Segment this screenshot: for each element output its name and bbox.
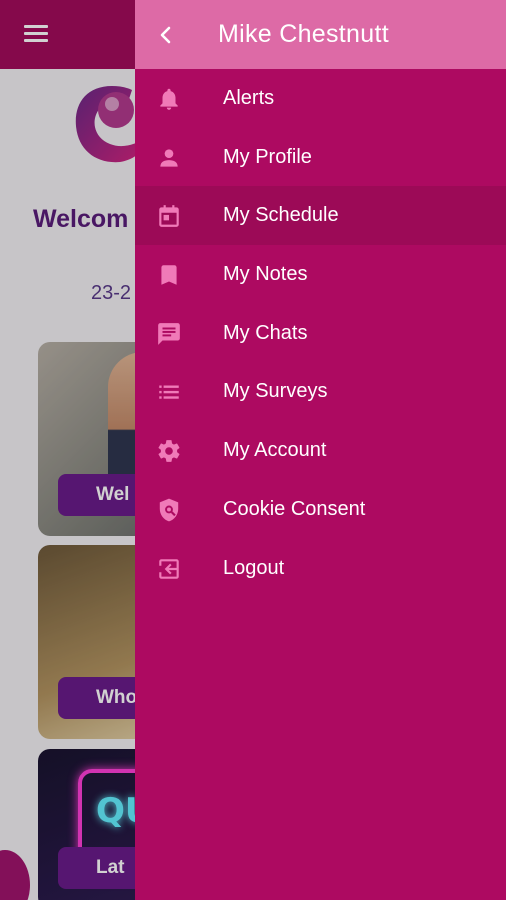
menu-label: Logout	[223, 556, 285, 579]
calendar-icon	[159, 205, 179, 228]
menu-item-alerts[interactable]: Alerts	[135, 69, 506, 128]
list-icon	[159, 385, 179, 400]
bookmark-icon	[161, 265, 177, 285]
menu-label: My Notes	[223, 263, 308, 286]
chevron-left-icon[interactable]	[154, 23, 178, 47]
drawer-header: Mike Chestnutt	[135, 0, 506, 69]
menu-item-my-schedule[interactable]: My Schedule	[135, 186, 506, 246]
chat-icon	[158, 322, 180, 345]
menu-label: My Account	[223, 439, 327, 462]
bell-icon	[160, 88, 178, 110]
navigation-drawer: Mike Chestnutt Alerts My Profile My Sche…	[135, 0, 506, 900]
menu-label: Cookie Consent	[223, 497, 366, 520]
menu-label: Alerts	[223, 87, 275, 109]
menu-item-my-profile[interactable]: My Profile	[135, 128, 506, 187]
gear-icon	[158, 440, 180, 462]
menu-item-my-surveys[interactable]: My Surveys	[135, 362, 506, 421]
menu-label: My Chats	[223, 321, 308, 344]
menu-item-logout[interactable]: Logout	[135, 539, 506, 598]
person-icon	[160, 149, 178, 167]
menu-item-my-notes[interactable]: My Notes	[135, 245, 506, 304]
user-name: Mike Chestnutt	[218, 20, 389, 48]
menu-item-my-account[interactable]: My Account	[135, 421, 506, 480]
menu-label: My Profile	[223, 145, 312, 168]
menu-label: My Surveys	[223, 380, 328, 403]
menu-item-my-chats[interactable]: My Chats	[135, 304, 506, 363]
menu-item-cookie-consent[interactable]: Cookie Consent	[135, 480, 506, 539]
drawer-menu: Alerts My Profile My Schedule My Notes M…	[135, 69, 506, 597]
logout-icon	[159, 558, 179, 579]
menu-label: My Schedule	[223, 204, 339, 227]
shield-icon	[159, 498, 179, 522]
